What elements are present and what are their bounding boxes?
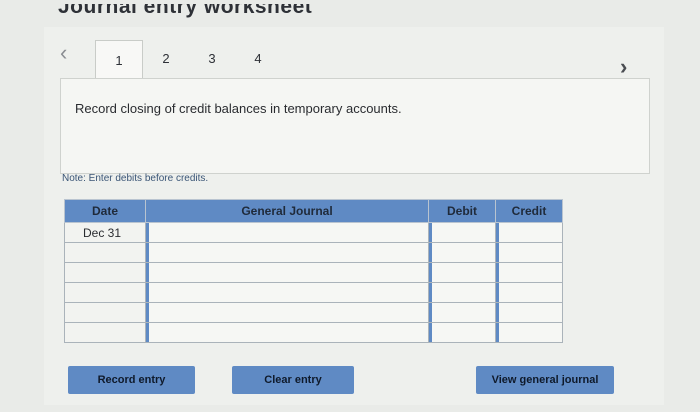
tab-1[interactable]: 1 (95, 40, 143, 79)
debit-cell[interactable] (428, 322, 496, 343)
account-input[interactable] (146, 243, 428, 262)
chevron-right-icon[interactable]: › (620, 54, 627, 80)
debit-input[interactable] (429, 303, 495, 322)
table-row (64, 242, 563, 263)
tab-3[interactable]: 3 (189, 40, 235, 76)
credit-cell[interactable] (495, 322, 563, 343)
tab-2[interactable]: 2 (143, 40, 189, 76)
tab-4[interactable]: 4 (235, 40, 281, 76)
table-row (64, 322, 563, 343)
date-cell (64, 262, 146, 283)
debit-input[interactable] (429, 223, 495, 242)
account-input[interactable] (146, 263, 428, 282)
journal-cell[interactable] (145, 322, 429, 343)
view-general-journal-button[interactable]: View general journal (476, 366, 614, 394)
date-cell (64, 302, 146, 323)
table-row: Dec 31 (64, 222, 563, 243)
col-header-general-journal: General Journal (145, 199, 429, 223)
credit-input[interactable] (496, 323, 562, 342)
col-header-credit: Credit (495, 199, 563, 223)
debit-cell[interactable] (428, 222, 496, 243)
debit-input[interactable] (429, 243, 495, 262)
journal-cell[interactable] (145, 262, 429, 283)
credit-input[interactable] (496, 263, 562, 282)
credit-cell[interactable] (495, 222, 563, 243)
debit-cell[interactable] (428, 262, 496, 283)
page-title: Journal entry worksheet (58, 0, 313, 18)
account-input[interactable] (146, 283, 428, 302)
date-cell: Dec 31 (64, 222, 146, 243)
debit-input[interactable] (429, 323, 495, 342)
credit-input[interactable] (496, 283, 562, 302)
journal-cell[interactable] (145, 242, 429, 263)
journal-cell[interactable] (145, 282, 429, 303)
record-entry-button[interactable]: Record entry (68, 366, 195, 394)
credit-cell[interactable] (495, 262, 563, 283)
debit-cell[interactable] (428, 242, 496, 263)
table-row (64, 262, 563, 283)
account-input[interactable] (146, 223, 428, 242)
account-input[interactable] (146, 323, 428, 342)
clear-entry-button[interactable]: Clear entry (232, 366, 354, 394)
instruction-text: Record closing of credit balances in tem… (75, 101, 402, 116)
debit-input[interactable] (429, 263, 495, 282)
credit-input[interactable] (496, 243, 562, 262)
account-input[interactable] (146, 303, 428, 322)
chevron-left-icon[interactable]: ‹ (60, 40, 67, 66)
table-row (64, 302, 563, 323)
col-header-date: Date (64, 199, 146, 223)
note-text: Note: Enter debits before credits. (62, 173, 209, 184)
debit-cell[interactable] (428, 302, 496, 323)
credit-cell[interactable] (495, 302, 563, 323)
date-cell (64, 322, 146, 343)
journal-cell[interactable] (145, 302, 429, 323)
entry-tabs: 1 2 3 4 (95, 40, 281, 79)
debit-cell[interactable] (428, 282, 496, 303)
credit-cell[interactable] (495, 242, 563, 263)
col-header-debit: Debit (428, 199, 496, 223)
journal-cell[interactable] (145, 222, 429, 243)
date-cell (64, 282, 146, 303)
credit-input[interactable] (496, 223, 562, 242)
table-row (64, 282, 563, 303)
credit-input[interactable] (496, 303, 562, 322)
instruction-box: Record closing of credit balances in tem… (60, 78, 650, 174)
credit-cell[interactable] (495, 282, 563, 303)
debit-input[interactable] (429, 283, 495, 302)
date-cell (64, 242, 146, 263)
journal-table: Date General Journal Debit Credit Dec 31 (64, 199, 563, 343)
